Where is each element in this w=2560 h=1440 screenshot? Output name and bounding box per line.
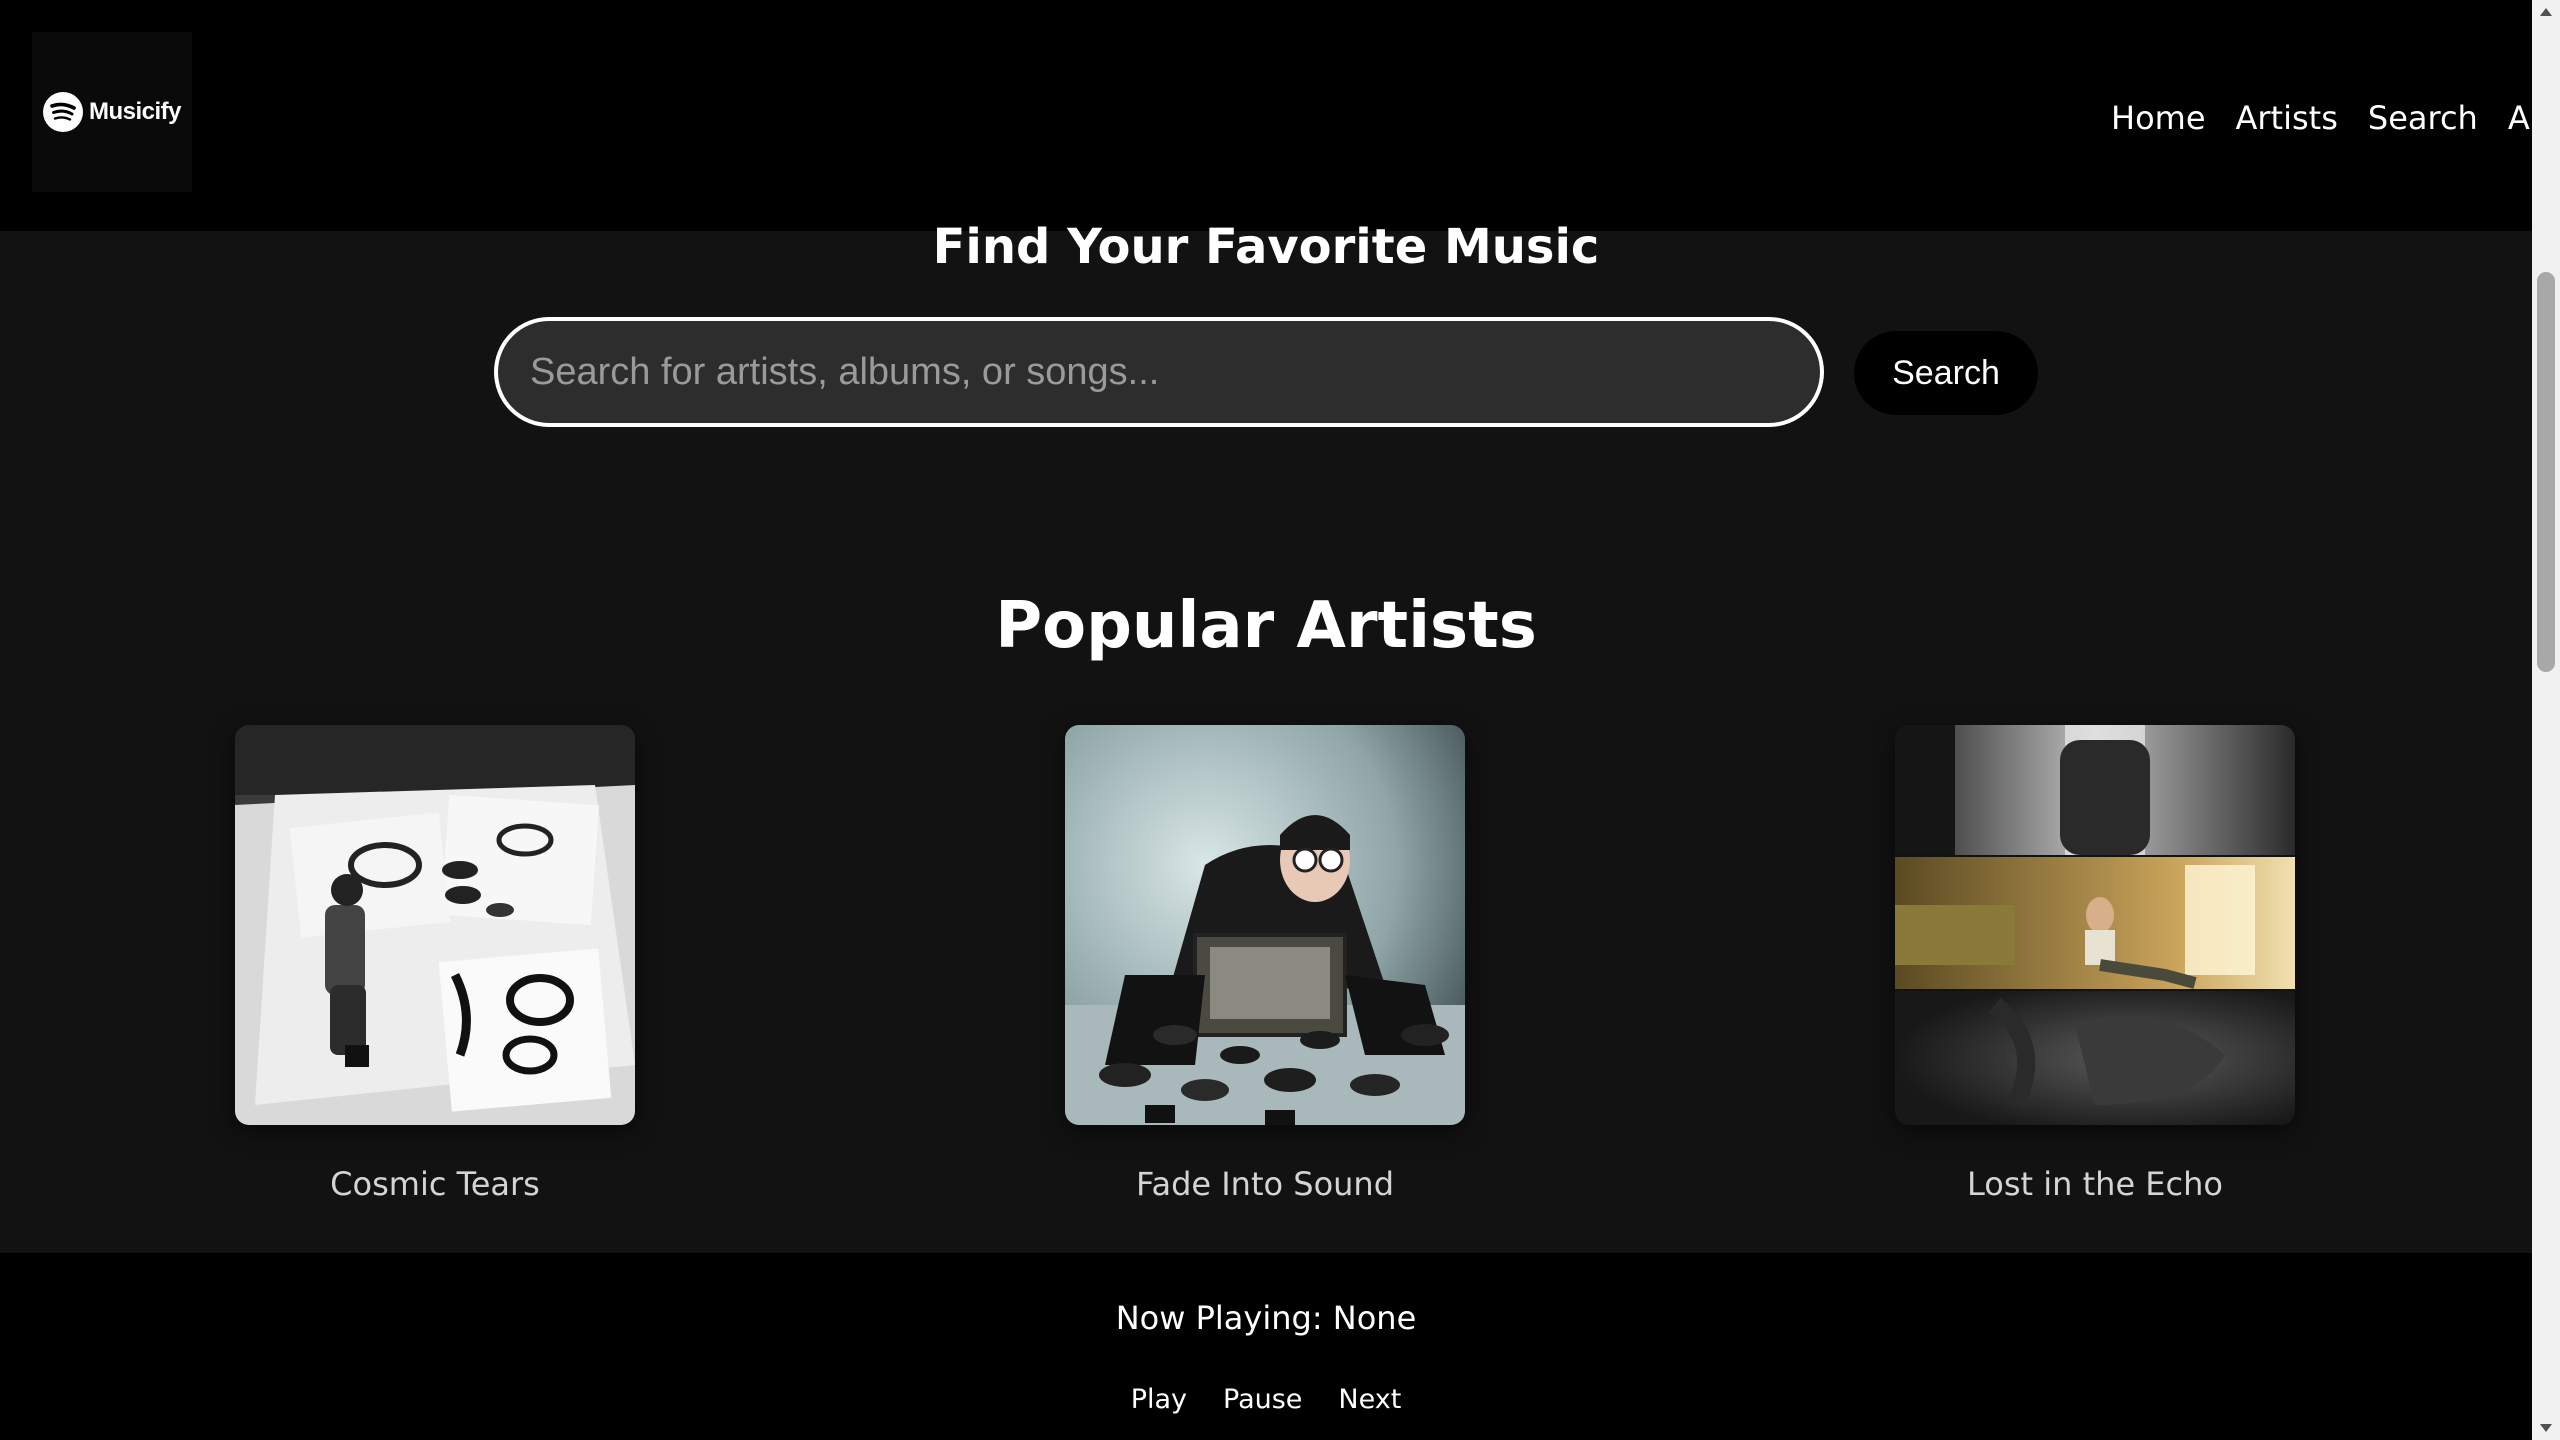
scrollbar-thumb[interactable] (2537, 272, 2555, 672)
artist-image[interactable] (1065, 725, 1465, 1125)
artist-card[interactable]: Lost in the Echo (1895, 725, 2295, 1203)
main-nav: Home Artists Search Albu (2111, 98, 2532, 138)
artist-card[interactable]: Cosmic Tears (235, 725, 635, 1203)
page: Musicify Home Artists Search Albu Find Y… (0, 0, 2532, 1440)
nav-search[interactable]: Search (2368, 98, 2478, 138)
nav-albums[interactable]: Albu (2508, 98, 2532, 138)
logo[interactable]: Musicify (32, 32, 192, 192)
hero-title: Find Your Favorite Music (932, 219, 1600, 275)
artist-image[interactable] (235, 725, 635, 1125)
popular-artists-title: Popular Artists (995, 589, 1537, 663)
search-button[interactable]: Search (1854, 331, 2038, 415)
scroll-down-icon[interactable] (2532, 1416, 2560, 1440)
nav-artists[interactable]: Artists (2236, 98, 2338, 138)
next-button[interactable]: Next (1332, 1384, 1407, 1415)
artist-name[interactable]: Lost in the Echo (1895, 1165, 2295, 1203)
artist-photo-cosmic-tears (235, 725, 635, 1125)
artist-name[interactable]: Fade Into Sound (1065, 1165, 1465, 1203)
logo-inner: Musicify (42, 92, 182, 132)
artist-photo-fade-into-sound (1065, 725, 1465, 1125)
artist-image[interactable] (1895, 725, 2295, 1125)
site-header: Musicify Home Artists Search Albu (0, 0, 2532, 231)
artist-name[interactable]: Cosmic Tears (235, 1165, 635, 1203)
play-button[interactable]: Play (1125, 1384, 1193, 1415)
artist-card[interactable]: Fade Into Sound (1065, 725, 1465, 1203)
now-playing-text: Now Playing: None (1115, 1299, 1417, 1337)
search-input[interactable] (494, 317, 1824, 427)
nav-home[interactable]: Home (2111, 98, 2206, 138)
artist-photo-lost-in-the-echo (1895, 725, 2295, 1125)
pause-button[interactable]: Pause (1217, 1384, 1308, 1415)
scroll-up-icon[interactable] (2532, 0, 2560, 24)
spotify-icon (42, 92, 83, 132)
logo-text: Musicify (88, 98, 182, 125)
vertical-scrollbar[interactable] (2532, 0, 2560, 1440)
player-controls: Play Pause Next (0, 1384, 2532, 1415)
